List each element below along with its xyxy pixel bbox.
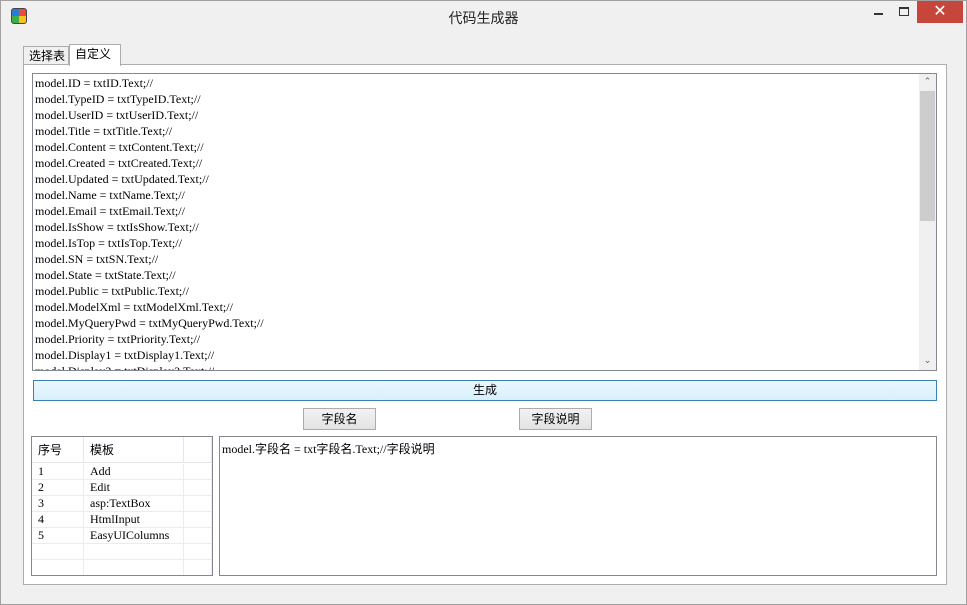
code-line: model.IsShow = txtIsShow.Text;//: [35, 220, 199, 234]
vertical-scrollbar[interactable]: ⌃ ⌄: [919, 74, 936, 370]
tab-select-table[interactable]: 选择表: [23, 46, 69, 66]
row-template-name: Add: [84, 464, 184, 480]
field-name-button[interactable]: 字段名: [303, 408, 376, 430]
table-row[interactable]: 5 EasyUIColumns: [32, 528, 212, 544]
scrollbar-thumb[interactable]: [920, 91, 935, 221]
generated-code-textbox[interactable]: model.ID = txtID.Text;// model.TypeID = t…: [32, 73, 937, 371]
grid-header: 序号 模板: [32, 437, 212, 463]
row-number: 5: [32, 528, 84, 544]
maximize-icon: [899, 7, 909, 16]
row-filler: [184, 528, 212, 544]
template-editor[interactable]: model.字段名 = txt字段名.Text;//字段说明: [219, 436, 937, 576]
code-line: model.Title = txtTitle.Text;//: [35, 124, 173, 138]
table-row[interactable]: 2 Edit: [32, 480, 212, 496]
close-button[interactable]: ✕: [917, 1, 963, 23]
row-number: [32, 560, 84, 575]
table-row[interactable]: 3 asp:TextBox: [32, 496, 212, 512]
row-filler: [184, 560, 212, 575]
row-filler: [184, 512, 212, 528]
scroll-down-icon[interactable]: ⌄: [919, 353, 936, 370]
minimize-button[interactable]: [865, 1, 891, 23]
table-row[interactable]: [32, 560, 212, 575]
row-number: 2: [32, 480, 84, 496]
code-line: model.IsTop = txtIsTop.Text;//: [35, 236, 182, 250]
scroll-up-icon[interactable]: ⌃: [919, 74, 936, 91]
app-window: 代码生成器 ✕ 选择表 自定义 model.ID = txtID.Text;//…: [0, 0, 967, 605]
table-row[interactable]: 1 Add: [32, 464, 212, 480]
row-filler: [184, 464, 212, 480]
code-line: model.ModelXml = txtModelXml.Text;//: [35, 300, 233, 314]
code-line: model.UserID = txtUserID.Text;//: [35, 108, 199, 122]
code-line: model.State = txtState.Text;//: [35, 268, 176, 282]
title-bar: 代码生成器 ✕: [1, 1, 966, 31]
row-number: 3: [32, 496, 84, 512]
code-line: model.Name = txtName.Text;//: [35, 188, 185, 202]
code-line: model.Display1 = txtDisplay1.Text;//: [35, 348, 215, 362]
table-row[interactable]: 4 HtmlInput: [32, 512, 212, 528]
column-header-no[interactable]: 序号: [32, 437, 84, 463]
column-header-template[interactable]: 模板: [84, 437, 184, 463]
row-template-name: HtmlInput: [84, 512, 184, 528]
row-number: 1: [32, 464, 84, 480]
column-header-filler: [184, 437, 212, 463]
code-line: model.Created = txtCreated.Text;//: [35, 156, 203, 170]
code-line: model.Priority = txtPriority.Text;//: [35, 332, 201, 346]
maximize-button[interactable]: [891, 1, 917, 23]
row-filler: [184, 480, 212, 496]
template-list-grid[interactable]: 序号 模板 1 Add 2 Edit 3 asp:TextBox 4 HtmlInput 5 Ea…: [31, 436, 213, 576]
code-line: model.Content = txtContent.Text;//: [35, 140, 204, 154]
row-number: 4: [32, 512, 84, 528]
tab-custom[interactable]: 自定义: [69, 44, 121, 66]
window-title: 代码生成器: [448, 11, 519, 27]
row-template-name: [84, 560, 184, 575]
close-icon: ✕: [933, 1, 947, 20]
code-lines: model.ID = txtID.Text;// model.TypeID = t…: [35, 75, 919, 371]
table-row[interactable]: [32, 544, 212, 560]
code-line: model.MyQueryPwd = txtMyQueryPwd.Text;//: [35, 316, 264, 330]
row-filler: [184, 496, 212, 512]
code-line: model.Updated = txtUpdated.Text;//: [35, 172, 209, 186]
code-line: model.Email = txtEmail.Text;//: [35, 204, 185, 218]
row-template-name: EasyUIColumns: [84, 528, 184, 544]
minimize-icon: [873, 13, 883, 15]
generate-button[interactable]: 生成: [33, 380, 937, 401]
code-line: model.ID = txtID.Text;//: [35, 76, 153, 90]
row-template-name: asp:TextBox: [84, 496, 184, 512]
row-template-name: Edit: [84, 480, 184, 496]
code-line: model.Public = txtPublic.Text;//: [35, 284, 189, 298]
code-line: model.TypeID = txtTypeID.Text;//: [35, 92, 201, 106]
code-line: model.Display2 = txtDisplay2.Text;//: [35, 364, 215, 371]
row-number: [32, 544, 84, 560]
field-desc-button[interactable]: 字段说明: [519, 408, 592, 430]
row-template-name: [84, 544, 184, 560]
code-line: model.SN = txtSN.Text;//: [35, 252, 159, 266]
row-filler: [184, 544, 212, 560]
